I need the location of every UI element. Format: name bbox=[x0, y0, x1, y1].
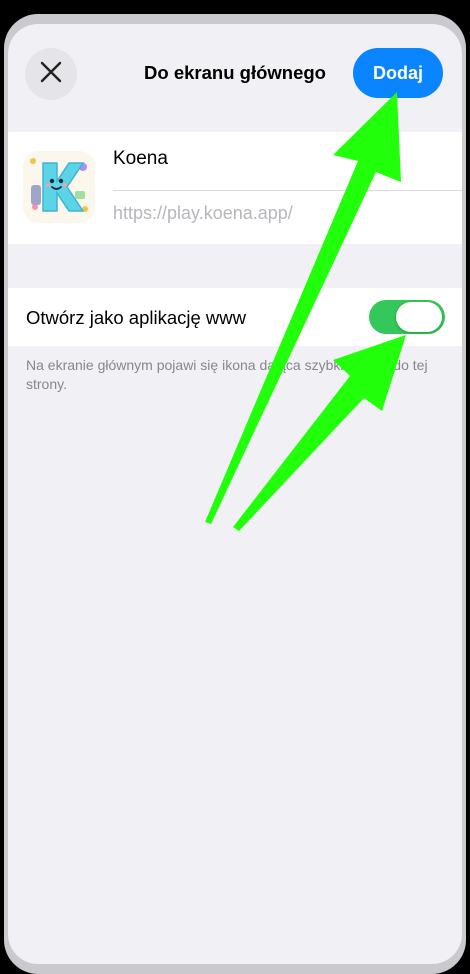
divider bbox=[113, 190, 462, 191]
koena-app-icon bbox=[23, 151, 95, 223]
toggle-label: Otwórz jako aplikację www bbox=[26, 307, 247, 328]
app-card: Koena https://play.koena.app/ bbox=[8, 132, 462, 244]
open-as-web-app-toggle[interactable] bbox=[369, 300, 445, 334]
open-as-web-app-row: Otwórz jako aplikację www bbox=[8, 288, 462, 346]
sheet-header: Do ekranu głównego Dodaj bbox=[8, 24, 462, 124]
toggle-knob bbox=[396, 302, 442, 332]
footnote-text: Na ekranie głównym pojawi się ikona dają… bbox=[26, 357, 428, 392]
app-name[interactable]: Koena bbox=[113, 148, 168, 170]
add-to-home-screen-sheet: Do ekranu głównego Dodaj Koena https://p… bbox=[8, 24, 462, 964]
add-button[interactable]: Dodaj bbox=[353, 48, 443, 98]
app-url: https://play.koena.app/ bbox=[113, 203, 293, 223]
